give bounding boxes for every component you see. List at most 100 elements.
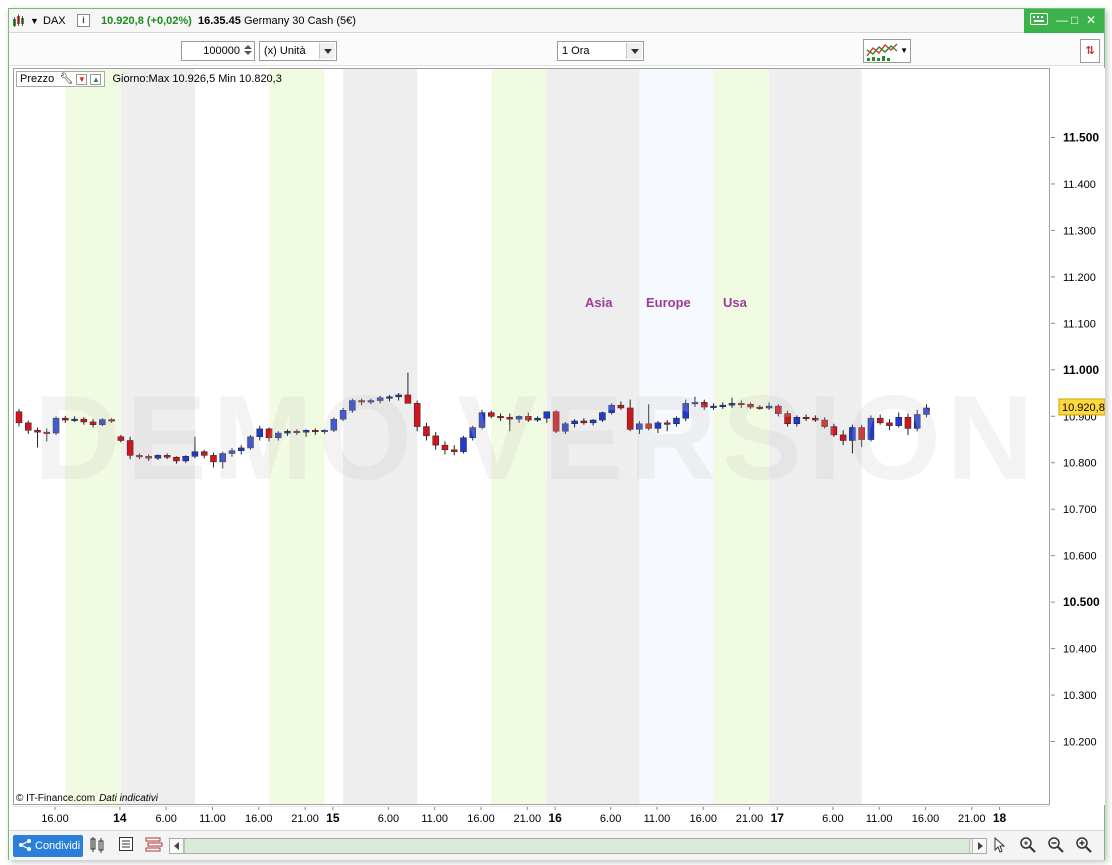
price-series-tag[interactable]: Prezzo 🔧︎ ▼ ▲ [16,71,106,87]
x-tick-label: 16.00 [41,813,69,825]
chart-type-icon[interactable] [12,14,26,28]
x-tick-label: 16.00 [467,813,495,825]
minimize-icon[interactable]: — [1056,13,1068,27]
current-price-label: 10.920,8 [1062,402,1105,414]
chevron-down-icon[interactable] [626,43,642,59]
price-time: 16.35.45 [198,15,241,27]
y-tick-label: 11.500 [1063,130,1099,144]
chevron-down-icon[interactable]: ▼ [30,14,39,28]
x-tick-label: 14 [113,811,127,825]
add-icon[interactable]: ▲ [90,73,102,85]
y-tick-label: 11.400 [1063,179,1096,191]
price-series-label: Prezzo [20,73,55,85]
x-tick-label: 6.00 [600,813,621,825]
x-tick-label: 11.00 [644,813,671,825]
candle [15,408,23,427]
y-tick-label: 11.000 [1063,363,1099,377]
data-disclaimer: Dati indicativi [99,793,158,804]
session-label-asia: Asia [585,295,613,310]
symbol-label[interactable]: DAX [43,14,66,28]
x-tick-label: 21.00 [736,813,764,825]
arrows-icon: ⇅ [1085,45,1095,57]
copyright-text: © IT-Finance.com [16,793,96,804]
chart-scrollbar[interactable] [169,838,987,854]
chart-legend: Prezzo 🔧︎ ▼ ▲ Giorno:Max 10.926,5 Min 10… [16,71,282,87]
quantity-stepper[interactable] [242,43,253,59]
quantity-field[interactable]: 100000 [181,41,255,61]
zoom-fit-icon[interactable] [1019,836,1037,854]
scroll-left-icon[interactable] [170,839,184,853]
y-tick-label: 11.300 [1063,225,1096,237]
candle-body-down [25,422,32,431]
x-tick-label: 21.00 [958,813,986,825]
y-tick-label: 10.500 [1063,595,1100,609]
cursor-tool-icon[interactable] [991,836,1009,854]
zoom-in-icon[interactable] [1075,836,1093,854]
candle-body-down [15,411,23,424]
indicators-button[interactable]: ▼ [863,39,911,63]
daily-range-info: Giorno:Max 10.926,5 Min 10.820,3 [112,73,282,85]
x-tick-label: 21.00 [514,813,542,825]
window-controls: — □ ✕ [1024,9,1104,33]
share-button-label: Condividi [35,840,81,852]
x-tick-label: 11.00 [199,813,226,825]
quantity-value: 100000 [203,45,240,57]
info-icon[interactable]: i [77,14,90,27]
maximize-icon[interactable]: □ [1071,13,1078,27]
keyboard-icon[interactable] [1030,13,1048,28]
remove-icon[interactable]: ▼ [76,73,88,85]
time-axis-labels: 16.00 14 6.00 11.00 16.00 21.00 15 6.00 11.00 16.… [41,807,1007,825]
order-toolbar: 100000 (x) Unità 1 Ora ▼ ⇅ [9,34,1104,66]
y-tick-label: 10.600 [1063,551,1097,563]
x-tick-label: 16.00 [689,813,717,825]
scrollbar-thumb[interactable] [184,839,970,853]
price-axis[interactable]: 11.500 11.400 11.300 11.200 11.100 11.000 10.9… [1051,68,1106,805]
layout-icon[interactable] [145,836,163,854]
candle [25,420,32,434]
x-tick-label: 6.00 [155,813,176,825]
x-tick-label: 21.00 [291,813,319,825]
y-tick-label: 10.700 [1063,504,1097,516]
data-credit: © IT-Finance.com Dati indicativi [16,793,158,804]
x-tick-label: 6.00 [822,813,843,825]
last-price: 10.920,8 (+0,02%) [101,15,192,27]
share-button[interactable]: Condividi [13,835,83,857]
y-tick-label: 11.200 [1063,272,1096,284]
y-tick-label: 11.100 [1063,318,1096,330]
session-label-usa: Usa [723,295,748,310]
zoom-out-icon[interactable] [1047,836,1065,854]
x-tick-label: 6.00 [378,813,399,825]
platform-window: ▼ DAX i 10.920,8 (+0,02%) 16.35.45 Germa… [8,8,1106,860]
wrench-icon[interactable]: 🔧︎ [59,73,73,85]
unit-select-value: (x) Unità [264,45,306,57]
x-tick-label: 18 [993,811,1007,825]
x-tick-label: 11.00 [421,813,448,825]
time-axis[interactable]: 16.00 14 6.00 11.00 16.00 21.00 15 6.00 11.00 16.… [13,806,1050,828]
y-tick-label: 10.400 [1063,644,1097,656]
x-tick-label: 16 [548,811,562,825]
title-bar: ▼ DAX i 10.920,8 (+0,02%) 16.35.45 Germa… [9,9,1104,33]
instrument-name: Germany 30 Cash (5€) [244,15,356,27]
side-panel-button[interactable]: ⇅ [1080,39,1100,63]
unit-select[interactable]: (x) Unità [259,41,337,61]
x-tick-label: 15 [326,811,340,825]
session-label-europe: Europe [646,295,691,310]
y-tick-label: 10.800 [1063,458,1097,470]
price-chart[interactable]: Asia Europe Usa DEMO VERSION Prezzo 🔧︎ ▼ ▲… [13,68,1050,805]
share-icon [18,838,32,852]
x-tick-label: 17 [771,811,785,825]
timeframe-select-value: 1 Ora [562,45,590,57]
x-tick-label: 16.00 [912,813,940,825]
y-tick-label: 10.300 [1063,690,1097,702]
x-tick-label: 11.00 [866,813,893,825]
chevron-down-icon[interactable]: ▼ [900,46,908,55]
drawing-tools-icon[interactable] [89,836,107,854]
list-icon[interactable] [117,836,135,854]
scroll-right-icon[interactable] [972,839,986,853]
y-tick-label: 10.200 [1063,737,1097,749]
timeframe-select[interactable]: 1 Ora [557,41,644,61]
chevron-down-icon[interactable] [319,43,335,59]
close-icon[interactable]: ✕ [1086,13,1096,27]
x-tick-label: 16.00 [245,813,273,825]
price-axis-labels: 11.500 11.400 11.300 11.200 11.100 11.000 10.9… [1051,130,1106,749]
